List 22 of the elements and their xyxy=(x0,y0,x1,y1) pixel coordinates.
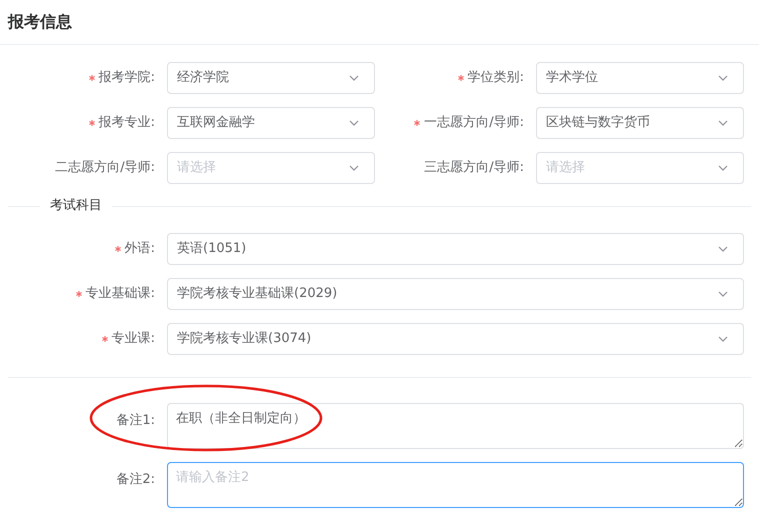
field-label: 报考学院: xyxy=(98,69,155,88)
field-label: 专业课: xyxy=(112,330,155,348)
select-field[interactable]: 经济学院 xyxy=(167,62,375,94)
field-label: 一志愿方向/导师: xyxy=(424,114,524,132)
select-field[interactable]: 学术学位 xyxy=(536,62,744,94)
field-label: 外语: xyxy=(124,240,155,258)
field-label: 三志愿方向/导师: xyxy=(424,159,524,178)
select-field[interactable]: 学院考核专业课(3074) xyxy=(167,323,744,355)
field-label: 学位类别: xyxy=(468,69,524,88)
text-area[interactable]: 在职（非全日制定向） xyxy=(167,403,744,449)
field-label: 二志愿方向/导师: xyxy=(55,159,155,178)
select-field[interactable]: 互联网金融学 xyxy=(167,107,375,139)
field-label: 备注1: xyxy=(116,412,155,430)
section-title: 报考信息 xyxy=(8,11,72,33)
field-label: 报考专业: xyxy=(98,114,155,132)
select-field[interactable]: 英语(1051) xyxy=(167,233,744,265)
select-field[interactable]: 区块链与数字货币 xyxy=(536,107,744,139)
text-area[interactable]: 请输入备注2 xyxy=(167,462,744,508)
field-label: 专业基础课: xyxy=(86,285,155,304)
section-heading: 考试科目 xyxy=(49,197,103,216)
field-label: 备注2: xyxy=(116,471,155,489)
select-field[interactable]: 学院考核专业基础课(2029) xyxy=(167,278,744,310)
